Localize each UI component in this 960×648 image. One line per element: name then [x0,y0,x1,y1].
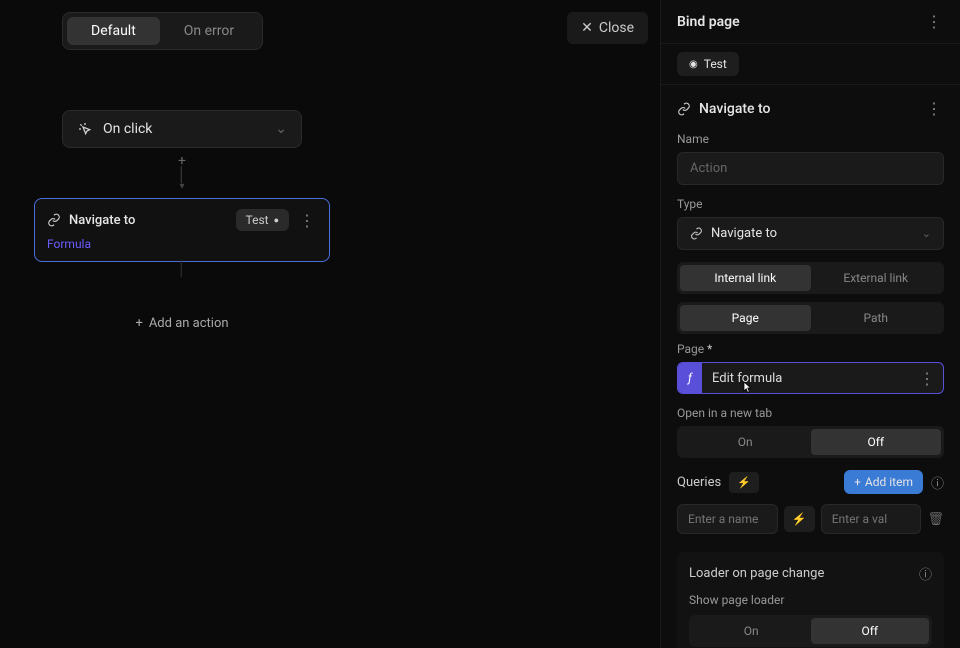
action-menu-icon[interactable]: ⋮ [297,211,317,230]
chevron-down-icon: ⌄ [275,121,287,137]
panel-menu-icon[interactable]: ⋮ [924,12,944,31]
fx-icon: ƒ [678,363,702,393]
connector: + │ ▾ [62,154,302,192]
link-icon [47,213,61,227]
name-label: Name [677,132,944,146]
page-formula-input[interactable]: ƒ Edit formula ⋮ [677,362,944,394]
add-node-icon[interactable]: + [62,154,302,168]
link-icon [690,227,703,240]
newtab-on[interactable]: On [680,429,811,455]
play-icon: ● [274,215,279,226]
plug-icon[interactable]: ⚡ [784,506,815,532]
play-circle-icon: ◉ [689,59,698,70]
section-title: Navigate to [699,101,770,117]
newtab-label: Open in a new tab [677,406,944,420]
plus-icon: + [135,316,142,331]
name-input[interactable] [677,152,944,185]
query-name-input[interactable] [677,504,778,534]
cursor-click-icon [77,121,93,137]
formula-menu-icon[interactable]: ⋮ [911,369,943,388]
action-title: Navigate to [69,213,135,228]
loader-title: Loader on page change [689,566,824,581]
link-icon [677,102,691,116]
bolt-icon[interactable]: ⚡ [729,472,759,493]
close-icon: ✕ [581,20,593,36]
seg-path[interactable]: Path [811,305,942,331]
formula-text: Edit formula [702,371,911,386]
trigger-label: On click [103,121,152,137]
add-item-button[interactable]: + Add item [844,470,923,494]
type-label: Type [677,197,944,211]
workflow-canvas: Default On error ✕ Close On click ⌄ + │ … [0,0,660,648]
loader-off[interactable]: Off [811,618,930,644]
tab-default[interactable]: Default [67,17,160,45]
connector-2: │ [62,262,302,276]
queries-label: Queries [677,475,721,490]
panel-test-button[interactable]: ◉ Test [677,52,739,76]
link-type-segment: Internal link External link [677,262,944,294]
tab-on-error[interactable]: On error [160,17,258,45]
seg-external-link[interactable]: External link [811,265,942,291]
newtab-segment: On Off [677,426,944,458]
action-node-navigate[interactable]: Navigate to Test ● ⋮ Formula [34,198,330,262]
panel-title: Bind page [677,14,740,30]
info-icon[interactable]: ⓘ [919,564,932,583]
chevron-down-icon: ⌄ [922,227,931,240]
close-label: Close [599,20,634,36]
plus-icon: + [854,475,861,489]
trigger-node[interactable]: On click ⌄ [62,110,302,148]
type-select[interactable]: Navigate to ⌄ [677,217,944,250]
loader-on[interactable]: On [692,618,811,644]
query-value-input[interactable] [821,504,922,534]
page-label: Page * [677,342,944,356]
action-subtitle: Formula [47,237,317,251]
info-icon[interactable]: ⓘ [931,473,944,492]
newtab-off[interactable]: Off [811,429,942,455]
target-segment: Page Path [677,302,944,334]
section-menu-icon[interactable]: ⋮ [924,99,944,118]
loader-segment: On Off [689,615,932,647]
action-test-button[interactable]: Test ● [236,209,290,231]
loader-sub: Show page loader [689,593,932,607]
close-button[interactable]: ✕ Close [567,12,648,44]
mode-tabs: Default On error [62,12,263,50]
properties-panel: Bind page ⋮ ◉ Test Navigate to ⋮ Name Ty… [660,0,960,648]
add-action-button[interactable]: + Add an action [62,316,302,331]
seg-internal-link[interactable]: Internal link [680,265,811,291]
seg-page[interactable]: Page [680,305,811,331]
delete-query-icon[interactable]: 🗑 [927,512,944,527]
